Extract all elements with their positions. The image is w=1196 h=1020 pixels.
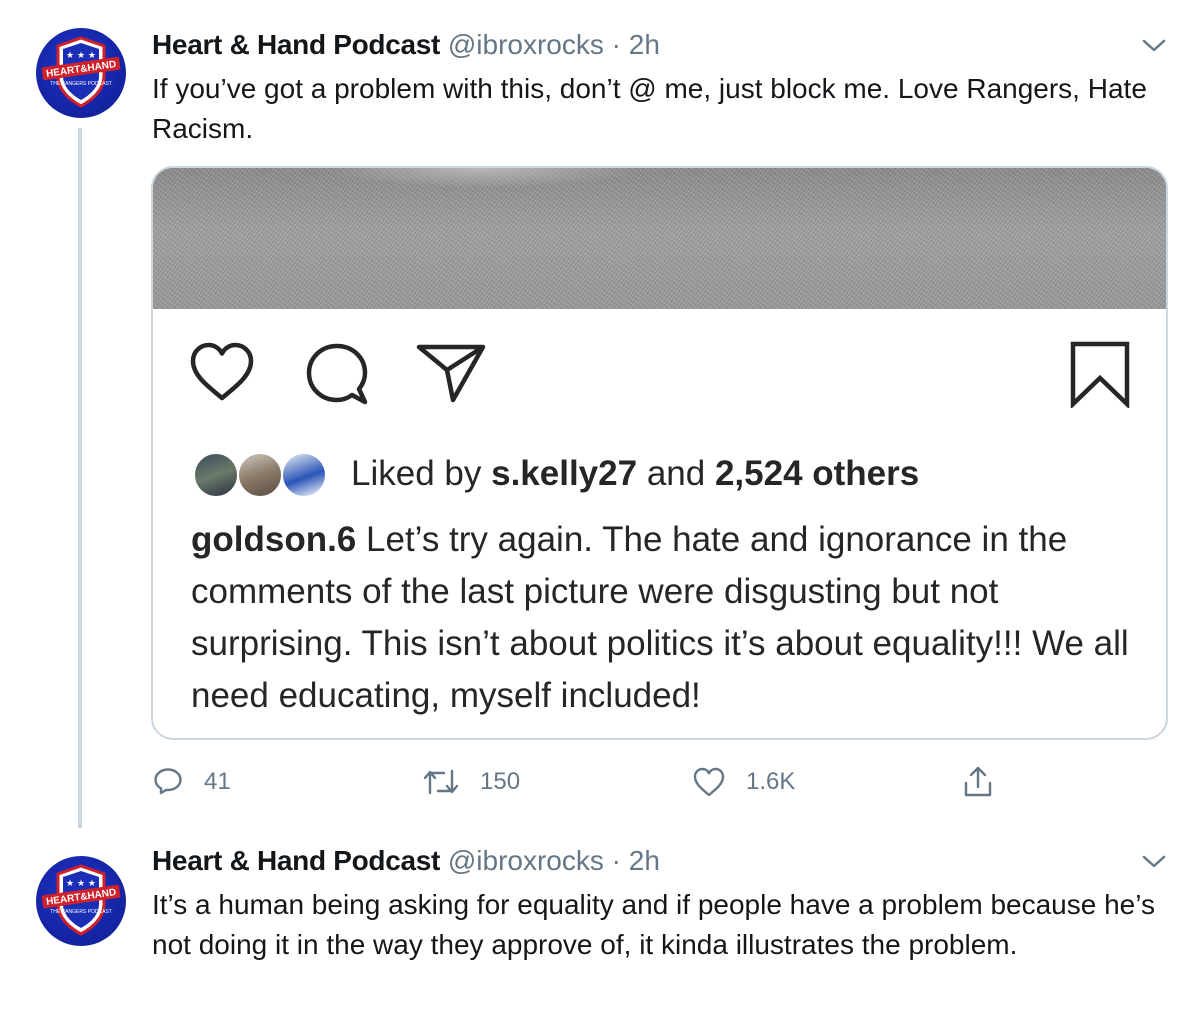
display-name[interactable]: Heart & Hand Podcast — [152, 845, 440, 876]
thread-connector-line — [78, 128, 82, 828]
instagram-share-icon — [415, 342, 487, 409]
liked-by-text: Liked by s.kelly27 and 2,524 others — [351, 450, 919, 498]
instagram-bookmark-icon — [1069, 340, 1131, 413]
liked-by-prefix: Liked by — [351, 454, 482, 493]
display-name[interactable]: Heart & Hand Podcast — [152, 29, 440, 60]
liker-avatar — [193, 452, 239, 498]
retweet-count: 150 — [480, 768, 521, 795]
retweet-icon — [423, 769, 459, 795]
tweet-text: It’s a human being asking for equality a… — [152, 889, 1155, 960]
like-button[interactable]: 1.6K — [692, 760, 795, 804]
tweet-menu-chevron-down-icon[interactable] — [1140, 36, 1168, 56]
instagram-photo[interactable] — [153, 168, 1166, 309]
tweet-header: Heart & Hand Podcast @ibroxrocks · 2h — [152, 844, 660, 878]
instagram-comment-icon — [305, 342, 369, 411]
tweet-text: If you’ve got a problem with this, don’t… — [152, 73, 1147, 144]
tweet-timestamp[interactable]: 2h — [629, 29, 660, 60]
liked-by-and: and — [646, 454, 706, 493]
like-count: 1.6K — [746, 768, 796, 795]
user-handle[interactable]: @ibroxrocks — [448, 29, 604, 60]
heart-and-hand-logo-icon: ★ ★ ★ HEART&HAND THE RANGERS PODCAST — [41, 36, 121, 108]
instagram-heart-icon — [189, 342, 255, 407]
avatar[interactable]: ★ ★ ★ HEART&HAND THE RANGERS PODCAST — [36, 856, 126, 946]
svg-text:★ ★ ★: ★ ★ ★ — [66, 51, 96, 61]
reply-icon — [154, 768, 182, 795]
caption-username: goldson.6 — [191, 520, 357, 559]
liker-avatar — [281, 452, 327, 498]
attached-image-card[interactable]: Liked by s.kelly27 and 2,524 others gold… — [151, 166, 1168, 740]
liker-avatar — [237, 452, 283, 498]
retweet-button[interactable]: 150 — [422, 760, 520, 804]
separator-dot: · — [611, 29, 621, 60]
tweet-actions: 41 150 1.6K — [152, 760, 1032, 804]
tweet-header: Heart & Hand Podcast @ibroxrocks · 2h — [152, 28, 660, 62]
reply-count: 41 — [204, 768, 231, 795]
share-button[interactable] — [962, 760, 994, 804]
instagram-caption: goldson.6 Let’s try again. The hate and … — [191, 514, 1151, 722]
avatar-logo-subtext: THE RANGERS PODCAST — [50, 909, 112, 915]
liked-by-count: 2,524 others — [714, 454, 920, 493]
liked-by-user: s.kelly27 — [491, 454, 638, 493]
tweet-menu-chevron-down-icon[interactable] — [1140, 852, 1168, 872]
avatar-logo-subtext: THE RANGERS PODCAST — [50, 81, 112, 87]
user-handle[interactable]: @ibroxrocks — [448, 845, 604, 876]
reply-button[interactable]: 41 — [152, 760, 231, 804]
share-upload-icon — [964, 766, 992, 797]
heart-and-hand-logo-icon: ★ ★ ★ HEART&HAND THE RANGERS PODCAST — [41, 864, 121, 936]
tweet[interactable]: ★ ★ ★ HEART&HAND THE RANGERS PODCAST Hea… — [0, 0, 1196, 836]
instagram-likes-row: Liked by s.kelly27 and 2,524 others — [193, 450, 1093, 502]
svg-text:★ ★ ★: ★ ★ ★ — [66, 879, 96, 889]
separator-dot: · — [611, 845, 621, 876]
avatar[interactable]: ★ ★ ★ HEART&HAND THE RANGERS PODCAST — [36, 28, 126, 118]
tweet-timestamp[interactable]: 2h — [629, 845, 660, 876]
like-heart-icon — [693, 767, 725, 797]
